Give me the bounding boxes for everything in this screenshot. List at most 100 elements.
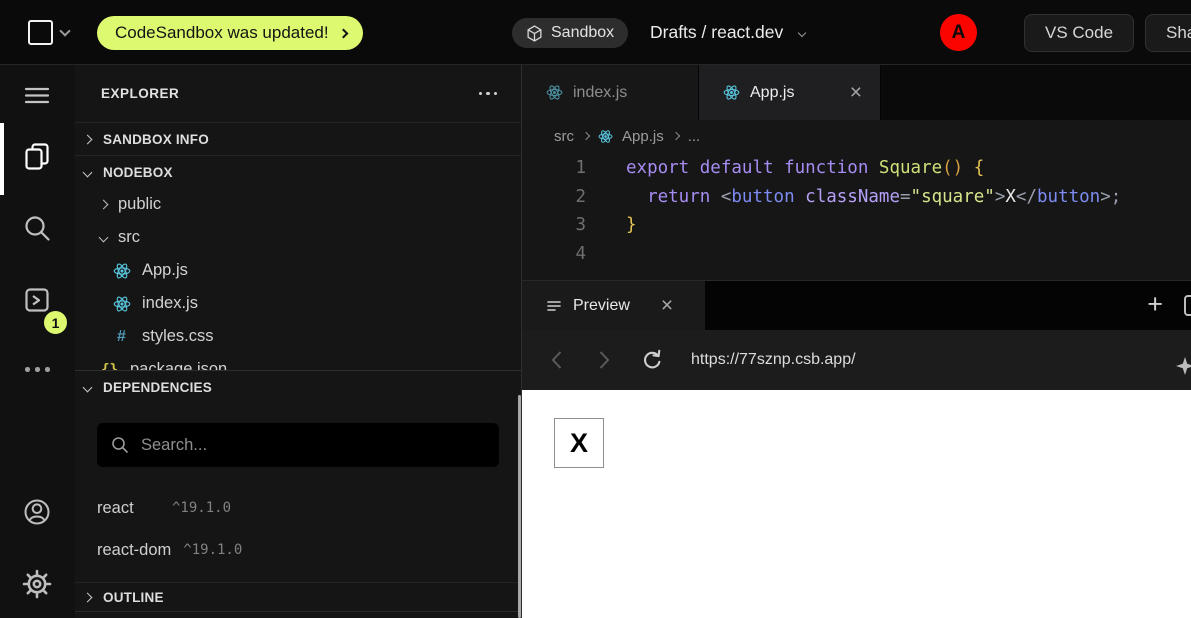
preview-tab[interactable]: Preview × (522, 281, 705, 330)
dependency-search (97, 423, 499, 467)
line-number: 1 (522, 154, 586, 183)
settings-gear-icon[interactable] (22, 569, 52, 599)
dependency-name: react-dom (97, 541, 171, 560)
workspace-switcher-chevron-icon[interactable] (59, 25, 70, 36)
react-file-icon (723, 84, 740, 101)
explorer-more-icon[interactable] (477, 86, 500, 102)
tree-item-app-js[interactable]: App.js (75, 254, 521, 287)
cube-icon (526, 25, 543, 42)
tree-item-styles-css[interactable]: #styles.css (75, 320, 521, 353)
preview-page: X (522, 390, 1191, 618)
explorer-files-icon[interactable] (22, 141, 52, 171)
user-avatar[interactable]: A (940, 14, 977, 51)
chevron-right-icon (83, 592, 93, 602)
file-tree: public srcApp.js index.js #styles.css{}pack… (75, 188, 521, 370)
breadcrumb-src[interactable]: src (554, 128, 574, 145)
code-line[interactable]: 2 return <button className="square">X</b… (522, 183, 1191, 212)
layout-icon[interactable] (1184, 295, 1191, 316)
project-breadcrumb[interactable]: Drafts / react.dev (650, 0, 805, 65)
dependency-version: ^19.1.0 (183, 542, 242, 558)
breadcrumb-file[interactable]: App.js (622, 128, 664, 145)
terminal-count-badge: 1 (42, 309, 69, 336)
main-area: 1 EXPLORER (0, 65, 1191, 618)
line-content: } (586, 211, 637, 240)
forward-icon[interactable] (598, 350, 611, 370)
preview-close-icon[interactable]: × (661, 295, 673, 316)
chevron-down-icon (83, 382, 93, 392)
code-line[interactable]: 3} (522, 211, 1191, 240)
tree-item-label: src (118, 228, 140, 247)
chevron-right-icon (83, 134, 93, 144)
chevron-right-icon (671, 132, 679, 140)
section-label: NODEBOX (103, 165, 173, 180)
section-outline[interactable]: OUTLINE (75, 582, 521, 612)
square-button[interactable]: X (554, 418, 604, 468)
tree-item-package-json[interactable]: {}package.json (75, 353, 521, 370)
explorer-header: EXPLORER (75, 65, 521, 122)
section-nodebox[interactable]: NODEBOX (75, 155, 521, 188)
active-view-indicator (0, 123, 4, 195)
back-icon[interactable] (550, 350, 563, 370)
add-devtool-icon[interactable]: + (1147, 289, 1163, 320)
tree-item-label: index.js (142, 294, 198, 313)
dependency-name: react (97, 499, 160, 518)
tree-item-index-js[interactable]: index.js (75, 287, 521, 320)
sparkle-ai-icon[interactable] (1175, 356, 1191, 376)
preview-tab-strip: Preview × + (522, 280, 1191, 330)
chevron-right-icon (338, 28, 348, 38)
account-icon[interactable] (22, 497, 52, 527)
explorer-sidebar: EXPLORER SANDBOX INFO NODEBOX public srcA… (75, 65, 521, 618)
tree-item-label: styles.css (142, 327, 214, 346)
sandbox-badge-label: Sandbox (551, 24, 614, 42)
line-number: 3 (522, 211, 586, 240)
dependency-search-input[interactable] (97, 423, 499, 467)
update-banner-button[interactable]: CodeSandbox was updated! (97, 16, 363, 50)
tab-close-icon[interactable]: × (850, 82, 862, 103)
workspace: index.js App.js × src (521, 65, 1191, 618)
chevron-down-icon (83, 167, 93, 177)
line-number: 4 (522, 240, 586, 269)
editor-breadcrumb: src App.js ... (522, 120, 1191, 152)
tree-item-src[interactable]: src (75, 221, 521, 254)
section-label: SANDBOX INFO (103, 132, 209, 147)
tree-item-label: App.js (142, 261, 188, 280)
code-line[interactable]: 1export default function Square() { (522, 154, 1191, 183)
menu-hamburger-icon[interactable] (22, 80, 52, 110)
activity-bar: 1 (0, 65, 75, 618)
top-bar: CodeSandbox was updated! Sandbox Drafts … (0, 0, 1191, 65)
section-label: OUTLINE (103, 590, 164, 605)
line-content: return <button className="square">X</but… (586, 183, 1121, 212)
section-label: DEPENDENCIES (103, 380, 212, 395)
code-editor[interactable]: 1export default function Square() {2 ret… (522, 152, 1191, 280)
search-icon[interactable] (22, 213, 52, 243)
sandbox-type-badge[interactable]: Sandbox (512, 18, 628, 48)
json-file-icon: {} (100, 362, 119, 371)
project-breadcrumb-label: Drafts / react.dev (650, 22, 783, 43)
dependency-row-react-dom[interactable]: react-dom ^19.1.0 (75, 529, 521, 571)
chevron-right-icon (99, 200, 109, 210)
explorer-title: EXPLORER (101, 86, 179, 101)
vs-code-button[interactable]: VS Code (1024, 14, 1134, 52)
line-content: export default function Square() { (586, 154, 984, 183)
react-file-icon (112, 262, 131, 280)
avatar-letter: A (952, 22, 966, 44)
preview-nav-bar: https://77sznp.csb.app/ (522, 330, 1191, 390)
preview-url-field[interactable]: https://77sznp.csb.app/ (691, 330, 856, 390)
tab-app-js[interactable]: App.js × (699, 65, 881, 120)
react-file-icon (546, 84, 563, 101)
more-tools-icon[interactable] (25, 367, 50, 372)
codesandbox-logo-icon[interactable] (28, 20, 53, 45)
tree-item-label: public (118, 195, 161, 214)
share-button[interactable]: Share (1145, 14, 1191, 52)
section-sandbox-info[interactable]: SANDBOX INFO (75, 122, 521, 155)
tab-index-js[interactable]: index.js (522, 65, 699, 120)
tree-item-public[interactable]: public (75, 188, 521, 221)
section-dependencies[interactable]: DEPENDENCIES (75, 370, 521, 403)
react-file-icon (598, 129, 613, 144)
codesandbox-app: CodeSandbox was updated! Sandbox Drafts … (0, 0, 1191, 618)
code-line[interactable]: 4 (522, 240, 1191, 269)
dependency-row-react[interactable]: react^19.1.0 (75, 487, 521, 529)
breadcrumb-symbol[interactable]: ... (688, 128, 701, 145)
refresh-icon[interactable] (642, 349, 662, 371)
line-number: 2 (522, 183, 586, 212)
